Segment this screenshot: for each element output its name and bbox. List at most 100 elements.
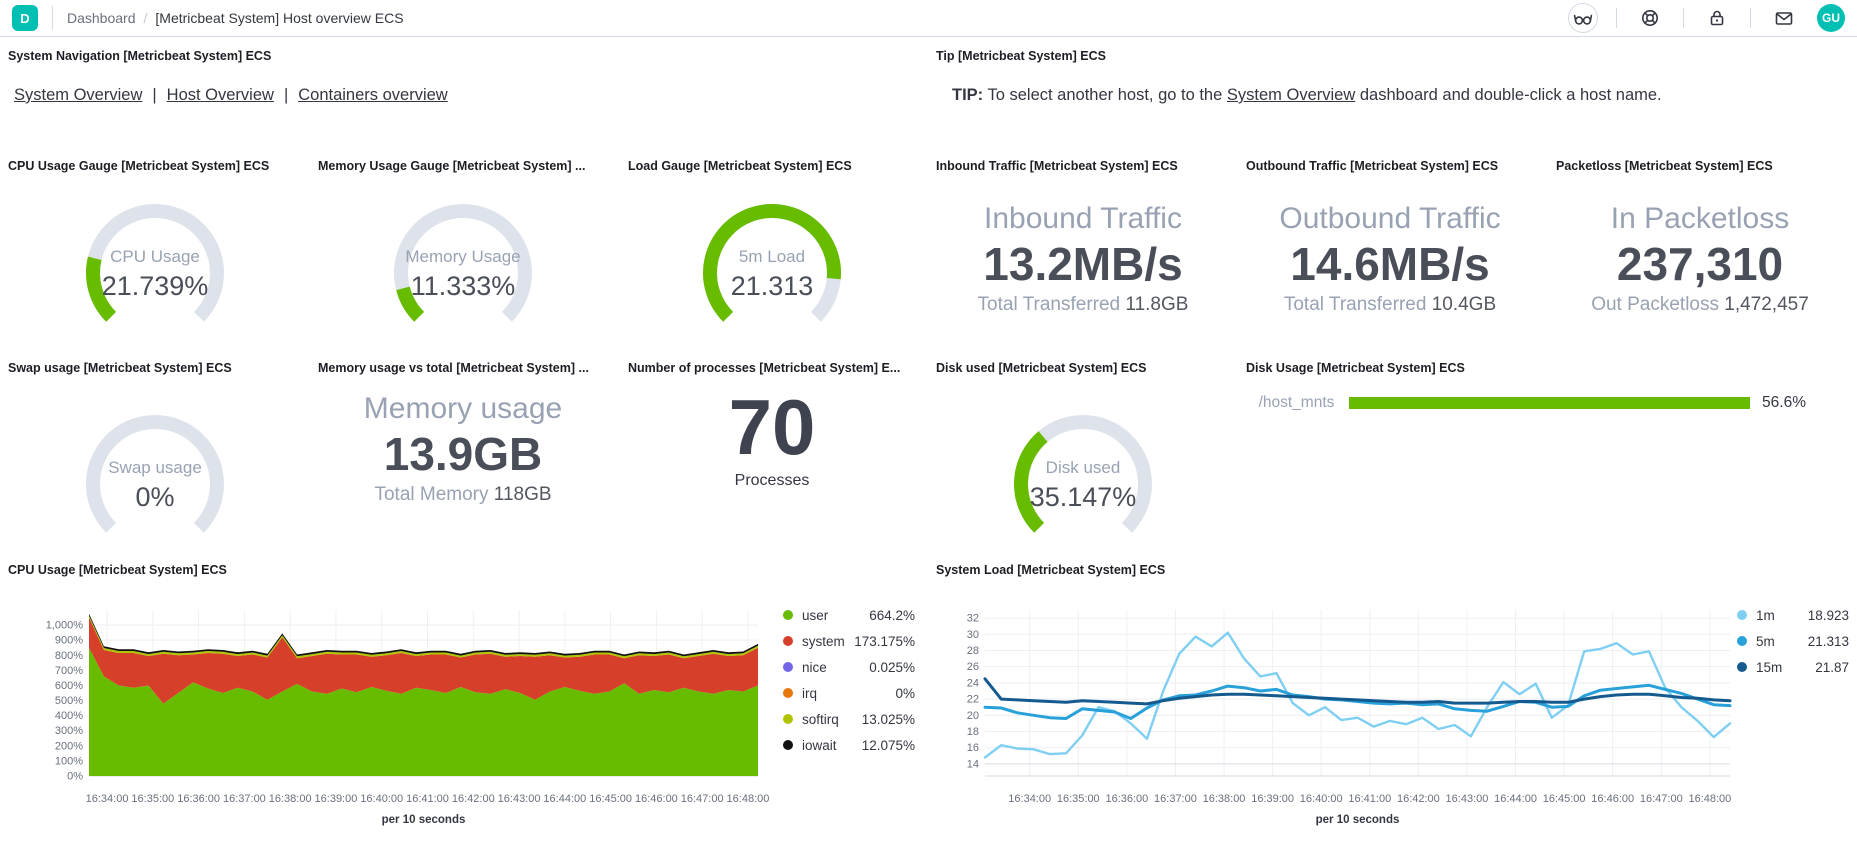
system-load-line-chart[interactable]: 16:34:0016:35:0016:36:0016:37:0016:38:00… [935,590,1857,852]
legend-item[interactable]: user 664.2% [783,602,915,628]
view-only-eyeglasses-icon[interactable] [1568,3,1598,33]
metric-secondary: Total Transferred 11.8GB [928,294,1238,316]
outbound-traffic-metric: Outbound Traffic 14.6MB/s Total Transfer… [1235,202,1545,316]
panel-title-disk-used: Disk used [Metricbeat System] ECS [936,361,1147,375]
svg-text:800%: 800% [55,650,83,662]
panel-title-cpu-usage-chart: CPU Usage [Metricbeat System] ECS [8,563,227,577]
navbar-actions: GU [1568,3,1857,33]
mail-envelope-icon[interactable] [1769,3,1799,33]
svg-text:16:36:00: 16:36:00 [1105,793,1148,805]
tip-system-overview-link[interactable]: System Overview [1227,86,1355,104]
panel-title-number-of-processes: Number of processes [Metricbeat System] … [628,361,900,375]
panel-title-system-load-chart: System Load [Metricbeat System] ECS [936,563,1165,577]
memory-usage-metric: Memory usage 13.9GB Total Memory 118GB [308,392,618,506]
panel-title-tip: Tip [Metricbeat System] ECS [936,49,1106,63]
metric-sub-label: Total Memory [374,484,488,505]
svg-text:16:46:00: 16:46:00 [1591,793,1634,805]
svg-text:16:40:00: 16:40:00 [1300,793,1343,805]
metric-value: 237,310 [1545,237,1855,292]
legend-dot [783,740,793,750]
legend-item[interactable]: 1m 18.923 [1737,602,1849,628]
navbar-divider [52,6,53,30]
legend-label: 5m [1756,634,1775,649]
svg-text:0%: 0% [67,771,83,783]
app-logo-badge[interactable]: D [12,5,38,31]
gauge-label: CPU Usage [60,247,250,267]
legend-item[interactable]: nice 0.025% [783,654,915,680]
disk-used-gauge: Disk used 35.147% [988,398,1178,568]
metric-value: 13.2MB/s [928,237,1238,292]
metric-label: In Packetloss [1545,202,1855,237]
gauge-label: Disk used [988,458,1178,478]
legend-item[interactable]: iowait 12.075% [783,732,915,758]
gauge-value: 35.147% [988,482,1178,513]
link-separator: | [284,86,288,104]
svg-text:16: 16 [967,742,979,754]
svg-text:100%: 100% [55,755,83,767]
svg-text:16:46:00: 16:46:00 [635,793,678,805]
legend-label: system [802,634,845,649]
svg-text:26: 26 [967,661,979,673]
legend-item[interactable]: softirq 13.025% [783,706,915,732]
processes-label: Processes [617,472,927,490]
gauge-value: 21.313 [677,271,867,302]
legend-dot [783,610,793,620]
gauge-label: Swap usage [60,458,250,478]
metric-sub-value: 10.4GB [1432,294,1496,315]
system-navigation-links: System Overview | Host Overview | Containers… [14,86,448,105]
link-containers-overview[interactable]: Containers overview [298,86,447,104]
svg-text:16:48:00: 16:48:00 [1688,793,1731,805]
cpu-usage-gauge: CPU Usage 21.739% [60,187,250,357]
legend-item[interactable]: 15m 21.87 [1737,654,1849,680]
legend-item[interactable]: irq 0% [783,680,915,706]
lock-icon[interactable] [1702,3,1732,33]
breadcrumb-dashboard-link[interactable]: Dashboard [67,10,136,26]
gauge-value: 11.333% [368,271,558,302]
legend-dot [783,714,793,724]
svg-text:16:41:00: 16:41:00 [406,793,449,805]
panel-title-swap-usage: Swap usage [Metricbeat System] ECS [8,361,232,375]
load-chart-legend: 1m 18.923 5m 21.313 15m 21.87 [1737,602,1849,680]
link-system-overview[interactable]: System Overview [14,86,142,104]
svg-text:16:45:00: 16:45:00 [1543,793,1586,805]
disk-usage-percent: 56.6% [1762,394,1806,412]
icon-separator [1616,8,1617,28]
legend-value: 173.175% [854,634,915,649]
tip-text: TIP: To select another host, go to the S… [952,86,1662,105]
link-host-overview[interactable]: Host Overview [167,86,274,104]
user-avatar[interactable]: GU [1817,4,1845,32]
svg-text:16:40:00: 16:40:00 [360,793,403,805]
legend-label: softirq [802,712,839,727]
legend-item[interactable]: system 173.175% [783,628,915,654]
load-gauge: 5m Load 21.313 [677,187,867,357]
svg-text:16:45:00: 16:45:00 [589,793,632,805]
cpu-chart-legend: user 664.2% system 173.175% nice 0.025% … [783,602,915,758]
svg-text:16:39:00: 16:39:00 [315,793,358,805]
legend-value: 664.2% [869,608,915,623]
svg-text:500%: 500% [55,695,83,707]
legend-label: irq [802,686,817,701]
link-separator: | [152,86,156,104]
metric-sub-value: 118GB [494,484,552,505]
svg-text:16:47:00: 16:47:00 [1640,793,1683,805]
disk-usage-bar-row: /host_mnts 56.6% [1246,394,1806,412]
inbound-traffic-metric: Inbound Traffic 13.2MB/s Total Transferr… [928,202,1238,316]
panel-title-inbound-traffic: Inbound Traffic [Metricbeat System] ECS [936,159,1178,173]
legend-dot [783,636,793,646]
metric-label: Outbound Traffic [1235,202,1545,237]
legend-item[interactable]: 5m 21.313 [1737,628,1849,654]
svg-text:16:39:00: 16:39:00 [1251,793,1294,805]
legend-label: 1m [1756,608,1775,623]
svg-text:16:48:00: 16:48:00 [727,793,770,805]
dashboard-page: D Dashboard / [Metricbeat System] Host o… [0,0,1857,852]
legend-dot [1737,662,1747,672]
svg-text:16:37:00: 16:37:00 [223,793,266,805]
svg-text:30: 30 [967,629,979,641]
processes-metric: 70 Processes [617,388,927,490]
legend-label: nice [802,660,827,675]
svg-text:32: 32 [967,613,979,625]
panel-title-memory-gauge: Memory Usage Gauge [Metricbeat System] .… [318,159,585,173]
help-lifering-icon[interactable] [1635,3,1665,33]
svg-text:16:38:00: 16:38:00 [1203,793,1246,805]
metric-sub-label: Total Transferred [978,294,1121,315]
